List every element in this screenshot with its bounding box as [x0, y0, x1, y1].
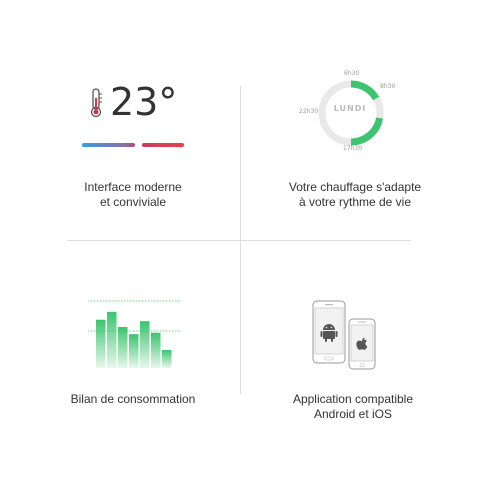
horizontal-divider: [67, 240, 411, 241]
time-label-bottom: 17h30: [343, 145, 363, 152]
consumption-bar: [96, 319, 106, 368]
schedule-arc-morning: [350, 80, 380, 101]
caption-consumption: Bilan de consommation: [70, 392, 196, 406]
consumption-bar: [162, 350, 172, 368]
consumption-bar: [151, 332, 161, 368]
consumption-bar: [107, 311, 117, 368]
apple-phone-icon: [348, 318, 376, 370]
caption-schedule: Votre chauffage s'adapte à votre rythme …: [288, 180, 422, 209]
consumption-bar: [118, 326, 128, 368]
caption-interface: Interface moderne et conviviale: [84, 180, 182, 209]
time-label-top: 6h30: [344, 70, 360, 77]
consumption-bar: [140, 321, 150, 368]
schedule-day: LUNDI: [333, 104, 367, 113]
schedule-ring: [318, 80, 384, 146]
temperature-value: 23°: [110, 80, 178, 124]
consumption-bar: [129, 334, 139, 368]
thermometer-icon: [90, 88, 102, 118]
schedule-arc-evening: [350, 117, 384, 146]
consumption-chart: [88, 300, 180, 368]
time-label-top-right: 8h30: [380, 83, 396, 90]
temperature-bar-cold: [82, 143, 135, 147]
features-grid: 23° Interface moderne et conviviale LUND…: [0, 0, 480, 480]
caption-app: Application compatible Android et iOS: [292, 392, 414, 421]
temperature-bar-hot: [142, 143, 184, 147]
android-phone-icon: [312, 300, 346, 364]
time-label-left: 22h30: [299, 108, 319, 115]
